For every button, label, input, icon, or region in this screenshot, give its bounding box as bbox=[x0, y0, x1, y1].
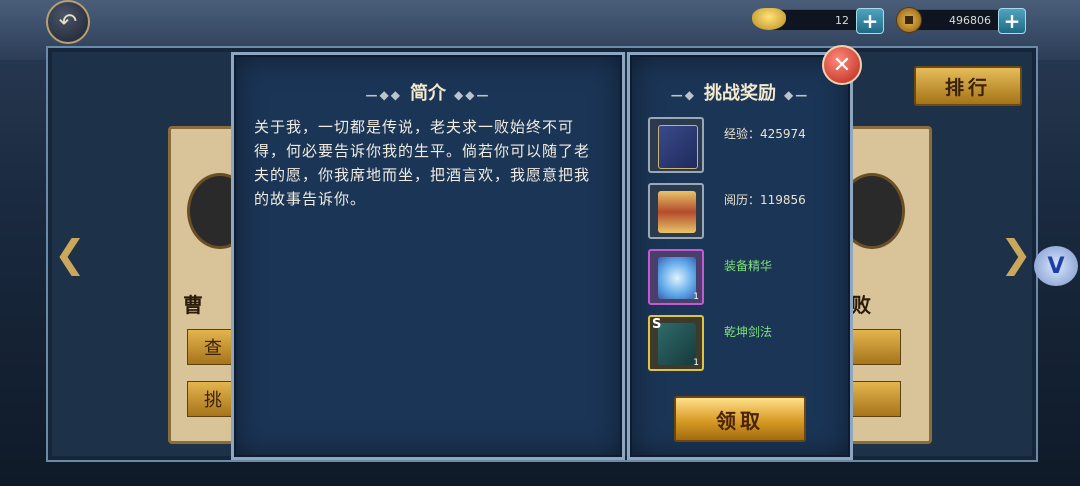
title-ornament-icon: —◆◆ bbox=[365, 88, 402, 102]
reward-title: —◆ 挑战奖励 ◆— bbox=[630, 79, 850, 105]
back-arrow-icon: ↶ bbox=[58, 9, 78, 35]
reward-label: 装备精华 bbox=[724, 259, 773, 273]
gold-ingot-counter: 12 + bbox=[752, 6, 884, 34]
view-button[interactable] bbox=[849, 329, 901, 365]
title-ornament-icon: —◆ bbox=[670, 88, 696, 102]
claim-button[interactable]: 领取 bbox=[674, 396, 806, 442]
reward-title-text: 挑战奖励 bbox=[704, 83, 776, 104]
ranking-button[interactable]: 排行 bbox=[914, 66, 1022, 106]
reward-item-crystal[interactable]: 1 bbox=[648, 249, 704, 305]
add-gold-button[interactable]: + bbox=[856, 8, 884, 34]
intro-description: 关于我，一切都是传说，老夫求一败始终不可得，何必要告诉你我的生平。倘若你可以随了… bbox=[254, 118, 591, 208]
next-arrow-icon[interactable]: ❯ bbox=[1000, 232, 1032, 276]
character-name: 败 bbox=[851, 293, 871, 317]
reward-item-exp[interactable] bbox=[648, 117, 704, 173]
coin-icon bbox=[896, 7, 922, 33]
reward-item-scroll[interactable] bbox=[648, 183, 704, 239]
skill-manual-icon bbox=[658, 323, 696, 365]
character-card-right[interactable]: 败 bbox=[839, 126, 932, 444]
item-count: 1 bbox=[693, 358, 699, 368]
item-count: 1 bbox=[693, 292, 699, 302]
intro-title-text: 简介 bbox=[410, 83, 446, 104]
scroll-icon bbox=[658, 191, 696, 233]
title-ornament-icon: ◆◆— bbox=[454, 88, 491, 102]
rank-s-badge: S bbox=[652, 317, 662, 332]
reward-label: 经验：425974 bbox=[724, 127, 806, 141]
add-coin-button[interactable]: + bbox=[998, 8, 1026, 34]
title-ornament-icon: ◆— bbox=[784, 88, 810, 102]
back-button[interactable]: ↶ bbox=[46, 0, 90, 44]
reward-label: 阅历：119856 bbox=[724, 193, 806, 207]
coin-counter: 496806 + bbox=[896, 6, 1026, 34]
character-name: 曹 bbox=[183, 293, 203, 317]
reward-item-skill-manual[interactable]: S 1 bbox=[648, 315, 704, 371]
close-icon[interactable]: ✕ bbox=[822, 45, 862, 85]
vip-icon[interactable]: V bbox=[1034, 246, 1078, 286]
challenge-button[interactable] bbox=[849, 381, 901, 417]
exp-book-icon bbox=[658, 125, 698, 169]
intro-title: —◆◆ 简介 ◆◆— bbox=[234, 79, 622, 105]
intro-panel: —◆◆ 简介 ◆◆— 关于我，一切都是传说，老夫求一败始终不可得，何必要告诉你我的生… bbox=[231, 52, 625, 460]
gold-ingot-icon bbox=[752, 8, 786, 30]
crystal-icon bbox=[658, 257, 696, 299]
reward-label: 乾坤剑法 bbox=[724, 325, 773, 339]
prev-arrow-icon[interactable]: ❮ bbox=[54, 232, 86, 276]
